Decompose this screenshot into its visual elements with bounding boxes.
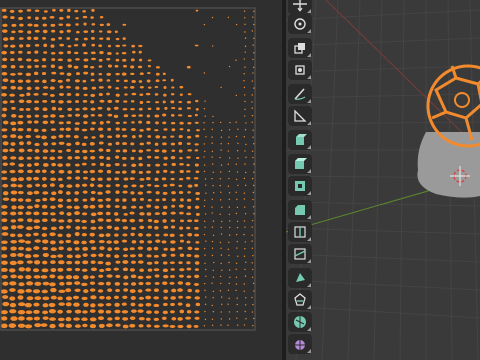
tool-submenu-indicator: [307, 327, 311, 331]
tool-submenu-indicator: [307, 169, 311, 173]
tool-submenu-indicator: [307, 215, 311, 219]
tool-submenu-indicator: [307, 53, 311, 57]
tool-submenu-indicator: [307, 9, 311, 13]
loop-cut-icon: [292, 224, 308, 240]
tool-button[interactable]: [288, 290, 312, 310]
tool-button[interactable]: [288, 222, 312, 242]
tool-button[interactable]: [288, 312, 312, 332]
measure-icon: [292, 108, 308, 124]
tool-button[interactable]: [288, 106, 312, 126]
tool-submenu-indicator: [307, 29, 311, 33]
spin-icon: [292, 292, 308, 308]
smooth-icon: [292, 314, 308, 330]
tool-submenu-indicator: [307, 145, 311, 149]
knife-icon: [292, 246, 308, 262]
tool-submenu-indicator: [307, 237, 311, 241]
rotate-icon: [292, 16, 308, 32]
tool-button[interactable]: [288, 60, 312, 80]
tool-button[interactable]: [288, 38, 312, 58]
tool-submenu-indicator: [307, 283, 311, 287]
tool-submenu-indicator: [307, 305, 311, 309]
tool-button[interactable]: [288, 0, 312, 14]
extrude-region-icon: [292, 156, 308, 172]
tool-button[interactable]: [288, 200, 312, 220]
tool-button[interactable]: [288, 14, 312, 34]
uv-island-canvas[interactable]: [0, 0, 282, 360]
tool-button[interactable]: [288, 176, 312, 196]
tool-submenu-indicator: [307, 349, 311, 353]
tool-button[interactable]: [288, 244, 312, 264]
tool-button[interactable]: [288, 334, 312, 354]
annotate-icon: [292, 86, 308, 102]
move-icon: [292, 0, 308, 12]
tool-button[interactable]: [288, 154, 312, 174]
tool-button[interactable]: [288, 84, 312, 104]
3d-viewport[interactable]: [286, 0, 480, 360]
tool-submenu-indicator: [307, 191, 311, 195]
transform-icon: [292, 62, 308, 78]
shrink-fatten-icon: [292, 336, 308, 352]
add-cube-icon: [292, 132, 308, 148]
poly-build-icon: [292, 270, 308, 286]
inset-faces-icon: [292, 178, 308, 194]
tool-submenu-indicator: [307, 75, 311, 79]
tool-button[interactable]: [288, 268, 312, 288]
tool-submenu-indicator: [307, 99, 311, 103]
bevel-icon: [292, 202, 308, 218]
tool-button[interactable]: [288, 130, 312, 150]
viewport-canvas[interactable]: [286, 0, 480, 360]
scale-icon: [292, 40, 308, 56]
tool-submenu-indicator: [307, 121, 311, 125]
viewport-toolbar: [288, 0, 314, 360]
tool-submenu-indicator: [307, 259, 311, 263]
uv-editor-panel[interactable]: [0, 0, 282, 360]
